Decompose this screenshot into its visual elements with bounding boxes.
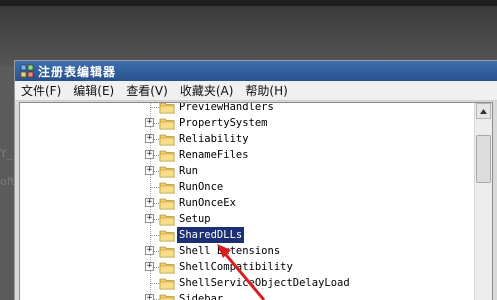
tree-item[interactable]: + Reliability bbox=[20, 131, 475, 147]
folder-icon bbox=[159, 150, 175, 162]
folder-icon bbox=[159, 214, 175, 226]
tree-item[interactable]: + Setup bbox=[20, 211, 475, 227]
tree-item[interactable]: ShellServiceObjectDelayLoad bbox=[20, 275, 475, 291]
tree-item-label: Sidebar bbox=[179, 293, 224, 300]
tree-item-label: Setup bbox=[179, 213, 211, 225]
expand-icon[interactable]: + bbox=[145, 150, 154, 159]
tree-item[interactable]: + PropertySystem bbox=[20, 115, 475, 131]
menu-help[interactable]: 帮助(H) bbox=[239, 82, 293, 99]
registry-editor-window: 注册表编辑器 文件(F) 编辑(E) 查看(V) 收藏夹(A) 帮助(H) Pr… bbox=[14, 60, 497, 300]
expand-icon[interactable]: + bbox=[145, 262, 154, 271]
window-title: 注册表编辑器 bbox=[38, 64, 117, 79]
tree-item[interactable]: + Sidebar bbox=[20, 291, 475, 300]
tree-item-label: Run bbox=[179, 165, 198, 177]
tree-item[interactable]: + RenameFiles bbox=[20, 147, 475, 163]
tree-item-label: ShellServiceObjectDelayLoad bbox=[179, 277, 350, 289]
folder-icon bbox=[159, 182, 175, 194]
vertical-scrollbar[interactable] bbox=[474, 103, 492, 300]
tree-item-label: Reliability bbox=[179, 133, 249, 145]
tree-item-label: Shell Extensions bbox=[179, 245, 281, 257]
tree-item[interactable]: + Run bbox=[20, 163, 475, 179]
folder-icon bbox=[159, 294, 175, 300]
expand-icon[interactable]: + bbox=[145, 198, 154, 207]
expand-icon[interactable]: + bbox=[145, 118, 154, 127]
folder-icon bbox=[159, 246, 175, 258]
title-bar[interactable]: 注册表编辑器 bbox=[15, 61, 497, 81]
folder-icon bbox=[159, 198, 175, 210]
tree-connector bbox=[151, 283, 159, 284]
tree-item[interactable]: SharedDLLs bbox=[20, 227, 475, 243]
tree-connector bbox=[151, 107, 159, 108]
tree-item[interactable]: + ShellCompatibility bbox=[20, 259, 475, 275]
menu-view[interactable]: 查看(V) bbox=[120, 82, 174, 99]
registry-app-icon bbox=[20, 64, 34, 78]
background-shade bbox=[0, 6, 497, 66]
scroll-thumb[interactable] bbox=[476, 135, 491, 183]
scroll-up-icon bbox=[480, 108, 487, 114]
expand-icon[interactable]: + bbox=[145, 134, 154, 143]
folder-icon bbox=[159, 103, 175, 114]
tree-item-label: PropertySystem bbox=[179, 117, 268, 129]
menu-file[interactable]: 文件(F) bbox=[15, 82, 67, 99]
tree-item[interactable]: PreviewHandlers bbox=[20, 103, 475, 115]
tree-connector bbox=[151, 235, 159, 236]
menu-edit[interactable]: 编辑(E) bbox=[67, 82, 120, 99]
expand-icon[interactable]: + bbox=[145, 246, 154, 255]
folder-icon bbox=[159, 118, 175, 130]
tree-item-label: SharedDLLs bbox=[177, 227, 245, 243]
tree-pane: PreviewHandlers + PropertySystem + Reliabili… bbox=[19, 102, 493, 300]
tree-item[interactable]: RunOnce bbox=[20, 179, 475, 195]
tree-item-label: RunOnce bbox=[179, 181, 224, 193]
folder-icon bbox=[159, 230, 175, 242]
tree-item-label: RunOnceEx bbox=[179, 197, 236, 209]
expand-icon[interactable]: + bbox=[145, 214, 154, 223]
folder-icon bbox=[159, 262, 175, 274]
tree-item[interactable]: + RunOnceEx bbox=[20, 195, 475, 211]
expand-icon[interactable]: + bbox=[145, 166, 154, 175]
scroll-up-button[interactable] bbox=[476, 103, 491, 119]
tree-item[interactable]: + Shell Extensions bbox=[20, 243, 475, 259]
menu-bar: 文件(F) 编辑(E) 查看(V) 收藏夹(A) 帮助(H) bbox=[15, 81, 497, 101]
expand-icon[interactable]: + bbox=[145, 294, 154, 300]
background-text: oft bbox=[0, 175, 15, 188]
folder-icon bbox=[159, 134, 175, 146]
registry-tree: PreviewHandlers + PropertySystem + Reliabili… bbox=[20, 103, 475, 300]
menu-favorites[interactable]: 收藏夹(A) bbox=[174, 82, 240, 99]
tree-item-label: ShellCompatibility bbox=[179, 261, 293, 273]
tree-item-label: RenameFiles bbox=[179, 149, 249, 161]
folder-icon bbox=[159, 166, 175, 178]
tree-connector bbox=[151, 187, 159, 188]
folder-icon bbox=[159, 278, 175, 290]
background-text: Y_ bbox=[0, 147, 13, 160]
tree-item-label: PreviewHandlers bbox=[179, 103, 274, 113]
